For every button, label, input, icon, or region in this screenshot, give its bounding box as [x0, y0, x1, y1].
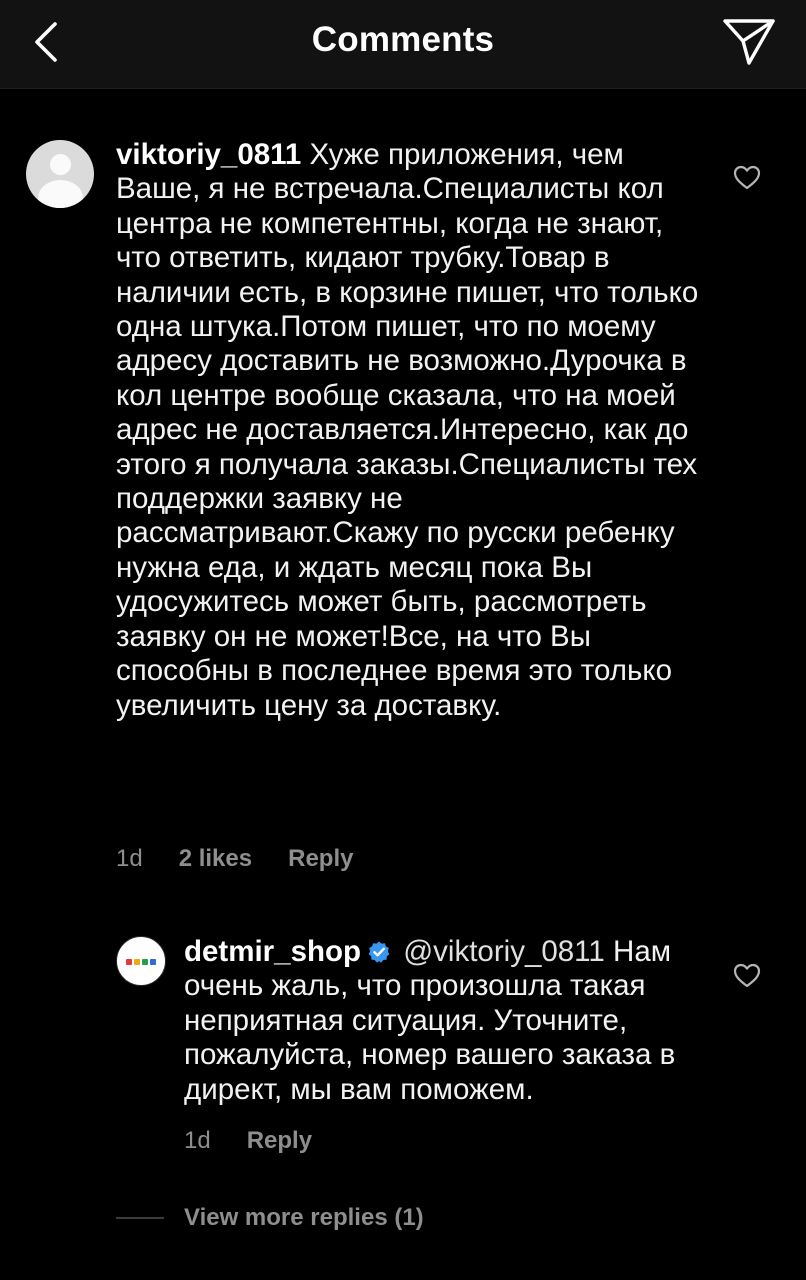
brand-logo [117, 959, 165, 965]
reply-username[interactable]: detmir_shop [184, 935, 361, 968]
mention-link[interactable]: @viktoriy_0811 [403, 935, 605, 968]
comments-screen: Comments viktoriy_0811 Хуже приложения, … [0, 0, 806, 1280]
reply-button[interactable]: Reply [288, 845, 353, 873]
reply-time: 1d [184, 1127, 211, 1154]
comment-time: 1d [116, 845, 143, 872]
logo-square-red [126, 959, 132, 965]
reply-body: detmir_shop @viktoriy_0811 Нам очень жал… [184, 935, 704, 1107]
heart-icon[interactable] [733, 165, 761, 191]
heart-icon[interactable] [733, 963, 761, 989]
verified-badge-icon [368, 941, 390, 963]
share-button[interactable] [718, 12, 780, 72]
comment-body: viktoriy_0811 Хуже приложения, чем Ваше,… [116, 138, 706, 723]
avatar-head [50, 154, 71, 175]
logo-square-yellow [134, 959, 140, 965]
avatar-body [38, 180, 83, 208]
comment-meta: 1d 2 likes Reply [116, 845, 353, 873]
comment-text: Хуже приложения, чем Ваше, я не встречал… [116, 138, 699, 722]
avatar[interactable] [26, 140, 94, 208]
brand-avatar[interactable] [116, 936, 166, 986]
page-title: Comments [311, 20, 495, 59]
reply-button[interactable]: Reply [247, 1127, 312, 1155]
view-more-replies[interactable]: View more replies (1) [116, 1204, 424, 1232]
reply-meta: 1d Reply [184, 1127, 312, 1155]
paper-plane-icon [723, 19, 775, 65]
comment-username[interactable]: viktoriy_0811 [116, 138, 301, 171]
logo-square-green [142, 959, 148, 965]
logo-square-blue [150, 959, 156, 965]
view-more-label: View more replies (1) [184, 1204, 424, 1231]
divider-line [116, 1217, 164, 1219]
top-bar: Comments [0, 0, 806, 89]
likes-count[interactable]: 2 likes [179, 845, 252, 873]
